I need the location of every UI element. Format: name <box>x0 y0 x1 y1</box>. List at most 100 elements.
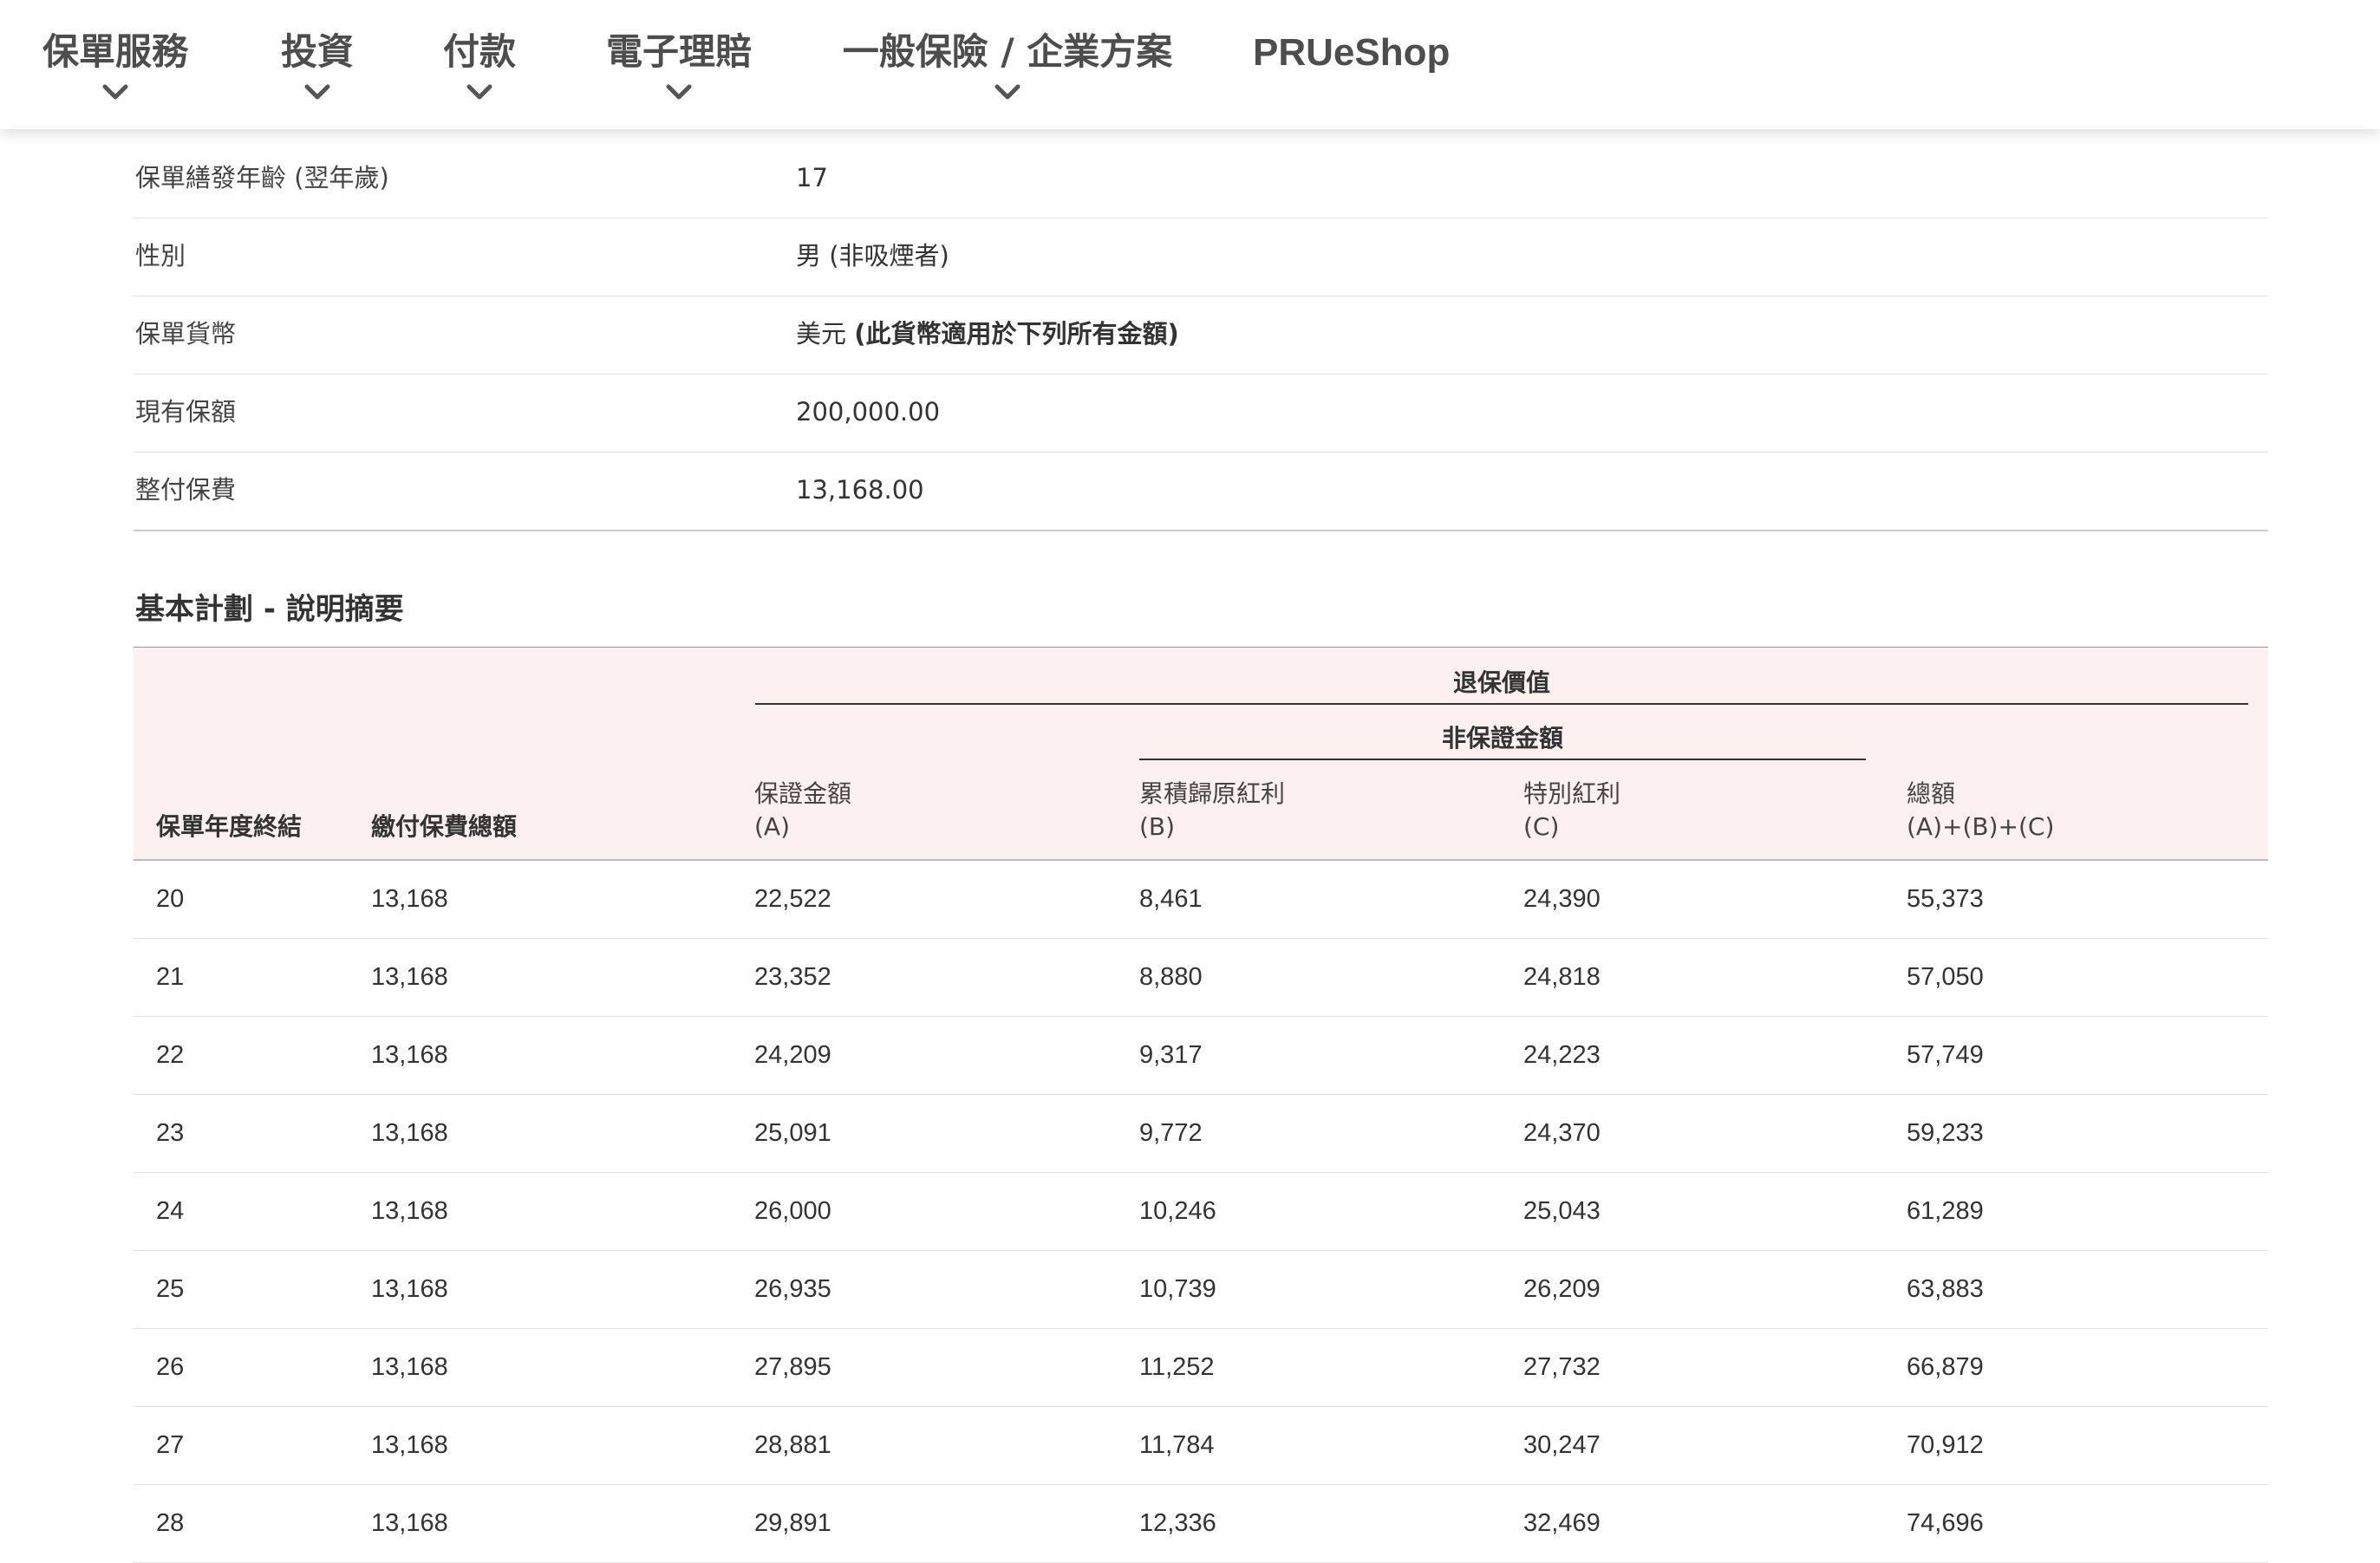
subgroup-divider <box>1139 759 1866 760</box>
policy-info-row: 保單繕發年齡 (翌年歲) 17 <box>134 140 2268 218</box>
group-divider <box>755 703 2248 705</box>
cell-total-premium: 13,168 <box>371 1197 448 1225</box>
nav-item-eclaims[interactable]: 電子理賠 <box>598 0 760 129</box>
cell-total: 66,879 <box>1907 1353 1984 1381</box>
cell-guaranteed: 29,891 <box>754 1509 831 1537</box>
nav-item-prueshop[interactable]: PRUeShop <box>1253 0 1450 129</box>
col-header-guaranteed-sub: (A) <box>754 812 791 841</box>
cell-guaranteed: 27,895 <box>754 1353 831 1381</box>
cell-special-bonus: 26,209 <box>1523 1275 1601 1303</box>
cell-total: 63,883 <box>1907 1275 1984 1303</box>
cell-reversionary-bonus: 9,317 <box>1139 1041 1203 1069</box>
cell-guaranteed: 26,935 <box>754 1275 831 1303</box>
cell-reversionary-bonus: 9,772 <box>1139 1119 1203 1147</box>
cell-total: 74,696 <box>1907 1509 1984 1537</box>
cell-total: 59,233 <box>1907 1119 1984 1147</box>
table-row: 27 13,168 28,881 11,784 30,247 70,912 <box>134 1407 2268 1485</box>
table-row: 23 13,168 25,091 9,772 24,370 59,233 <box>134 1095 2268 1173</box>
chevron-down-icon <box>102 84 128 101</box>
cell-special-bonus: 27,732 <box>1523 1353 1601 1381</box>
table-header: 退保價值 非保證金額 保單年度終結 繳付保費總額 保證金額 (A) 累積歸原紅利… <box>134 647 2268 861</box>
table-row: 28 13,168 29,891 12,336 32,469 74,696 <box>134 1485 2268 1563</box>
surrender-value-group-header: 退保價值 <box>1452 668 1550 697</box>
cell-guaranteed: 25,091 <box>754 1119 831 1147</box>
col-header-guaranteed: 保證金額 <box>754 779 852 808</box>
cell-total-premium: 13,168 <box>371 1041 448 1069</box>
cell-reversionary-bonus: 8,461 <box>1139 885 1203 913</box>
cell-policy-year: 22 <box>156 1041 185 1069</box>
cell-reversionary-bonus: 10,246 <box>1139 1197 1216 1225</box>
policy-info-row: 保單貨幣 美元 (此貨幣適用於下列所有金額) <box>134 296 2268 374</box>
cell-policy-year: 21 <box>156 963 185 991</box>
nav-item-policy-services[interactable]: 保單服務 <box>33 0 198 129</box>
col-header-total-premium: 繳付保費總額 <box>371 812 518 841</box>
cell-special-bonus: 24,818 <box>1523 963 1601 991</box>
nav-label: 付款 <box>442 30 516 73</box>
cell-total-premium: 13,168 <box>371 1509 448 1537</box>
currency-note: (此貨幣適用於下列所有金額) <box>854 319 1179 348</box>
nav-item-general-insurance[interactable]: 一般保險 / 企業方案 <box>834 0 1181 129</box>
gender-label: 性別 <box>135 241 186 270</box>
non-guaranteed-subgroup-header: 非保證金額 <box>1441 724 1563 752</box>
value-text: 13,168.00 <box>796 475 924 505</box>
nav-label: 電子理賠 <box>605 30 752 73</box>
table-row: 24 13,168 26,000 10,246 25,043 61,289 <box>134 1173 2268 1251</box>
cell-guaranteed: 28,881 <box>754 1431 831 1459</box>
cell-guaranteed: 23,352 <box>754 963 831 991</box>
nav-label: 保單服務 <box>42 30 188 73</box>
cell-policy-year: 20 <box>156 885 185 913</box>
nav-item-payment[interactable]: 付款 <box>436 0 523 129</box>
currency-value: 美元 (此貨幣適用於下列所有金額) <box>796 296 1179 371</box>
table-row: 22 13,168 24,209 9,317 24,223 57,749 <box>134 1017 2268 1095</box>
policy-info-table: 保單繕發年齡 (翌年歲) 17 性別 男 (非吸煙者) 保單貨幣 美元 (此貨幣… <box>134 140 2268 531</box>
top-navigation: 保單服務 投資 付款 電子理賠 一般保險 / 企業方案 PRUeShop <box>0 0 2380 129</box>
currency-label: 保單貨幣 <box>135 319 237 348</box>
table-row: 25 13,168 26,935 10,739 26,209 63,883 <box>134 1251 2268 1329</box>
cell-guaranteed: 26,000 <box>754 1197 831 1225</box>
value-text: 美元 <box>796 319 847 348</box>
cell-special-bonus: 25,043 <box>1523 1197 1601 1225</box>
cell-policy-year: 27 <box>156 1431 185 1459</box>
cell-total: 57,749 <box>1907 1041 1984 1069</box>
policy-info-row: 整付保費 13,168.00 <box>134 453 2268 531</box>
cell-policy-year: 23 <box>156 1119 185 1147</box>
cell-special-bonus: 30,247 <box>1523 1431 1601 1459</box>
single-premium-value: 13,168.00 <box>796 453 924 527</box>
table-row: 20 13,168 22,522 8,461 24,390 55,373 <box>134 861 2268 939</box>
chevron-down-icon <box>466 84 492 101</box>
policy-info-row: 現有保額 200,000.00 <box>134 374 2268 453</box>
cell-total-premium: 13,168 <box>371 963 448 991</box>
chevron-down-icon <box>994 84 1020 101</box>
sum-assured-label: 現有保額 <box>135 397 237 427</box>
cell-reversionary-bonus: 8,880 <box>1139 963 1203 991</box>
cell-total: 61,289 <box>1907 1197 1984 1225</box>
cell-reversionary-bonus: 11,252 <box>1139 1353 1215 1381</box>
col-header-reversionary-bonus-sub: (B) <box>1139 812 1176 841</box>
cell-policy-year: 26 <box>156 1353 185 1381</box>
col-header-reversionary-bonus: 累積歸原紅利 <box>1139 779 1286 808</box>
col-header-total: 總額 <box>1907 779 1956 808</box>
issue-age-label: 保單繕發年齡 (翌年歲) <box>135 163 389 192</box>
issue-age-value: 17 <box>796 140 828 215</box>
chevron-down-icon <box>304 84 330 101</box>
section-title: 基本計劃 - 說明摘要 <box>135 592 404 627</box>
cell-total-premium: 13,168 <box>371 885 448 913</box>
col-header-special-bonus-sub: (C) <box>1523 812 1560 841</box>
cell-total: 55,373 <box>1907 885 1984 913</box>
cell-policy-year: 24 <box>156 1197 185 1225</box>
cell-total: 70,912 <box>1907 1431 1984 1459</box>
cell-reversionary-bonus: 10,739 <box>1139 1275 1216 1303</box>
cell-total-premium: 13,168 <box>371 1431 448 1459</box>
value-text: 17 <box>796 163 828 192</box>
cell-policy-year: 25 <box>156 1275 185 1303</box>
cell-total-premium: 13,168 <box>371 1353 448 1381</box>
cell-guaranteed: 22,522 <box>754 885 831 913</box>
cell-reversionary-bonus: 11,784 <box>1139 1431 1215 1459</box>
gender-value: 男 (非吸煙者) <box>796 218 949 293</box>
table-row: 26 13,168 27,895 11,252 27,732 66,879 <box>134 1329 2268 1407</box>
col-header-total-sub: (A)+(B)+(C) <box>1907 812 2055 841</box>
nav-label: 投資 <box>280 30 354 73</box>
cell-total-premium: 13,168 <box>371 1275 448 1303</box>
nav-item-investment[interactable]: 投資 <box>274 0 361 129</box>
sum-assured-value: 200,000.00 <box>796 374 940 449</box>
